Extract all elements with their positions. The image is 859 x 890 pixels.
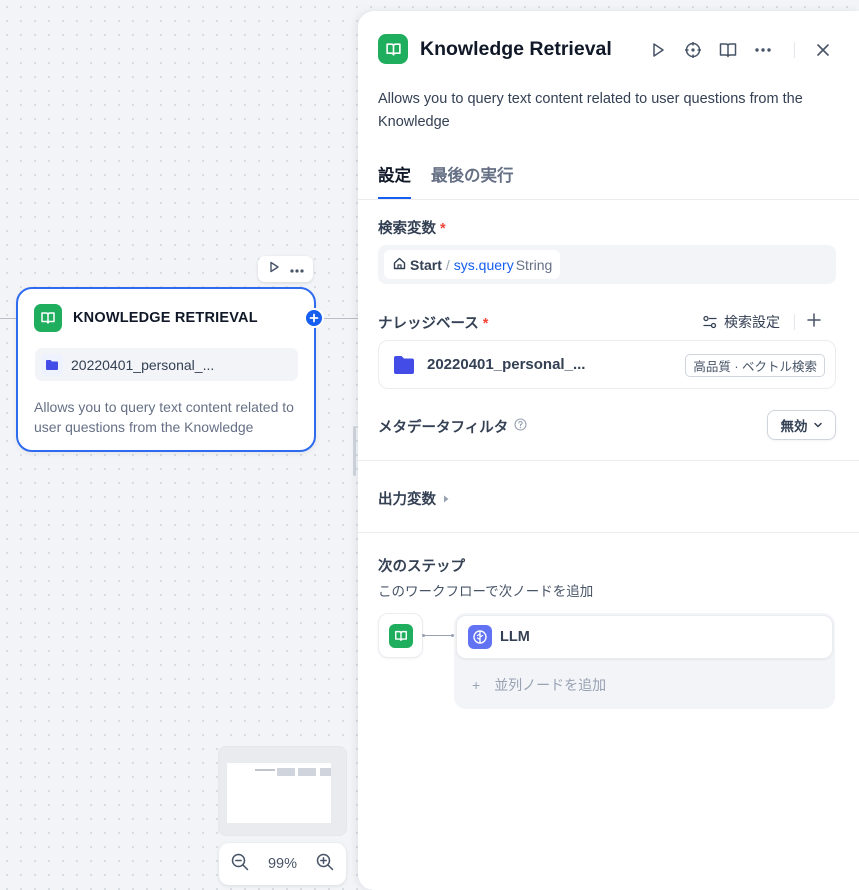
- run-node-icon[interactable]: [268, 260, 280, 278]
- kb-actions-divider: [794, 314, 795, 330]
- next-node-label: LLM: [500, 629, 530, 645]
- knowledge-base-label-text: ナレッジベース: [378, 316, 479, 332]
- variable-source-node: Start: [410, 256, 442, 273]
- minimap[interactable]: [218, 746, 347, 836]
- plus-icon: +: [472, 677, 481, 693]
- panel-title[interactable]: Knowledge Retrieval: [420, 38, 612, 61]
- add-next-node-handle[interactable]: [304, 308, 324, 328]
- zoom-control: 99%: [219, 843, 346, 885]
- metadata-filter-label: メタデータフィルタ: [378, 416, 527, 437]
- connector-dot: [422, 634, 425, 637]
- next-step-title: 次のステップ: [378, 559, 465, 575]
- metadata-filter-label-text: メタデータフィルタ: [378, 420, 509, 436]
- knowledge-base-label: ナレッジベース *: [378, 312, 488, 333]
- add-parallel-node-button[interactable]: + 並列ノードを追加: [472, 675, 606, 695]
- query-variable-label: 検索変数 *: [378, 217, 446, 238]
- folder-icon: [41, 353, 63, 376]
- knowledge-base-actions: 検索設定: [702, 312, 821, 332]
- metadata-filter-select[interactable]: 無効: [767, 410, 836, 440]
- query-variable-pill[interactable]: Start / sys.query String: [384, 250, 561, 279]
- required-mark: *: [482, 316, 489, 332]
- retrieval-mode-badge: 高品質 · ベクトル検索: [685, 354, 825, 377]
- tab-settings[interactable]: 設定: [378, 162, 411, 199]
- tab-last-run[interactable]: 最後の実行: [431, 162, 514, 199]
- variable-separator: /: [445, 256, 450, 273]
- section-divider: [358, 460, 859, 461]
- variable-type: String: [515, 256, 553, 273]
- add-parallel-node-label: 並列ノードを追加: [494, 677, 607, 693]
- run-step-icon[interactable]: [646, 38, 670, 62]
- node-description: Allows you to query text content related…: [34, 399, 294, 435]
- minimap-viewport: [227, 763, 331, 823]
- minimap-node: [320, 768, 331, 776]
- section-divider: [358, 532, 859, 533]
- close-icon[interactable]: [811, 38, 835, 62]
- zoom-in-icon[interactable]: [316, 853, 334, 876]
- plus-icon: [309, 313, 319, 323]
- more-icon[interactable]: [751, 38, 775, 62]
- node-kb-name: 20220401_personal_...: [71, 356, 215, 373]
- minimap-node: [298, 768, 316, 776]
- minimap-node: [277, 768, 295, 776]
- output-variables-toggle[interactable]: 出力変数: [378, 488, 450, 509]
- chevron-down-icon: [813, 422, 822, 428]
- edge-out: [324, 318, 358, 319]
- more-icon[interactable]: [289, 260, 304, 278]
- node-toolbar: [258, 256, 313, 282]
- add-knowledge-icon[interactable]: [807, 312, 821, 332]
- help-book-icon[interactable]: [716, 38, 740, 62]
- variable-name: sys.query: [453, 256, 514, 273]
- minimap-edge: [255, 769, 275, 771]
- edge-in: [0, 318, 16, 319]
- knowledge-book-icon: [34, 304, 62, 332]
- zoom-level[interactable]: 99%: [268, 856, 297, 872]
- node-title: KNOWLEDGE RETRIEVAL: [73, 310, 258, 326]
- knowledge-retrieval-node[interactable]: KNOWLEDGE RETRIEVAL 20220401_personal_..…: [16, 287, 316, 452]
- llm-brain-icon: [468, 625, 492, 649]
- panel-header-actions: [646, 38, 846, 62]
- knowledge-base-name: 20220401_personal_...: [427, 356, 586, 373]
- knowledge-book-icon: [388, 623, 413, 648]
- retrieval-settings-label: 検索設定: [724, 314, 780, 330]
- knowledge-base-item[interactable]: 20220401_personal_... 高品質 · ベクトル検索: [378, 340, 836, 389]
- query-variable-label-text: 検索変数: [378, 221, 436, 237]
- panel-tabs: 設定 最後の実行: [378, 162, 514, 199]
- question-circle-icon[interactable]: [514, 418, 527, 435]
- home-icon: [393, 257, 406, 273]
- node-settings-panel: Knowledge Retrieval Allows you to query …: [358, 11, 859, 890]
- panel-resize-handle[interactable]: [353, 426, 356, 476]
- node-kb-item: 20220401_personal_...: [35, 348, 298, 381]
- panel-description[interactable]: Allows you to query text content related…: [378, 88, 838, 134]
- zoom-out-icon[interactable]: [231, 853, 249, 876]
- header-divider: [794, 42, 795, 58]
- required-mark: *: [440, 221, 446, 237]
- output-variables-label: 出力変数: [378, 492, 436, 508]
- caret-right-icon: [444, 495, 449, 502]
- metadata-filter-value: 無効: [780, 419, 808, 434]
- query-variable-field[interactable]: Start / sys.query String: [378, 245, 836, 284]
- locate-icon[interactable]: [681, 38, 705, 62]
- current-node-thumbnail: [378, 613, 423, 658]
- next-step-description: このワークフローで次ノードを追加: [378, 584, 594, 599]
- settings-sliders-icon: [703, 315, 717, 329]
- retrieval-settings-button[interactable]: 検索設定: [702, 312, 780, 332]
- knowledge-book-icon: [378, 34, 408, 64]
- next-node-llm[interactable]: LLM: [456, 615, 833, 659]
- folder-icon: [392, 354, 416, 381]
- tabs-divider: [358, 199, 859, 200]
- next-step-branches: LLM + 並列ノードを追加: [454, 613, 835, 709]
- next-step-connector: [423, 635, 453, 636]
